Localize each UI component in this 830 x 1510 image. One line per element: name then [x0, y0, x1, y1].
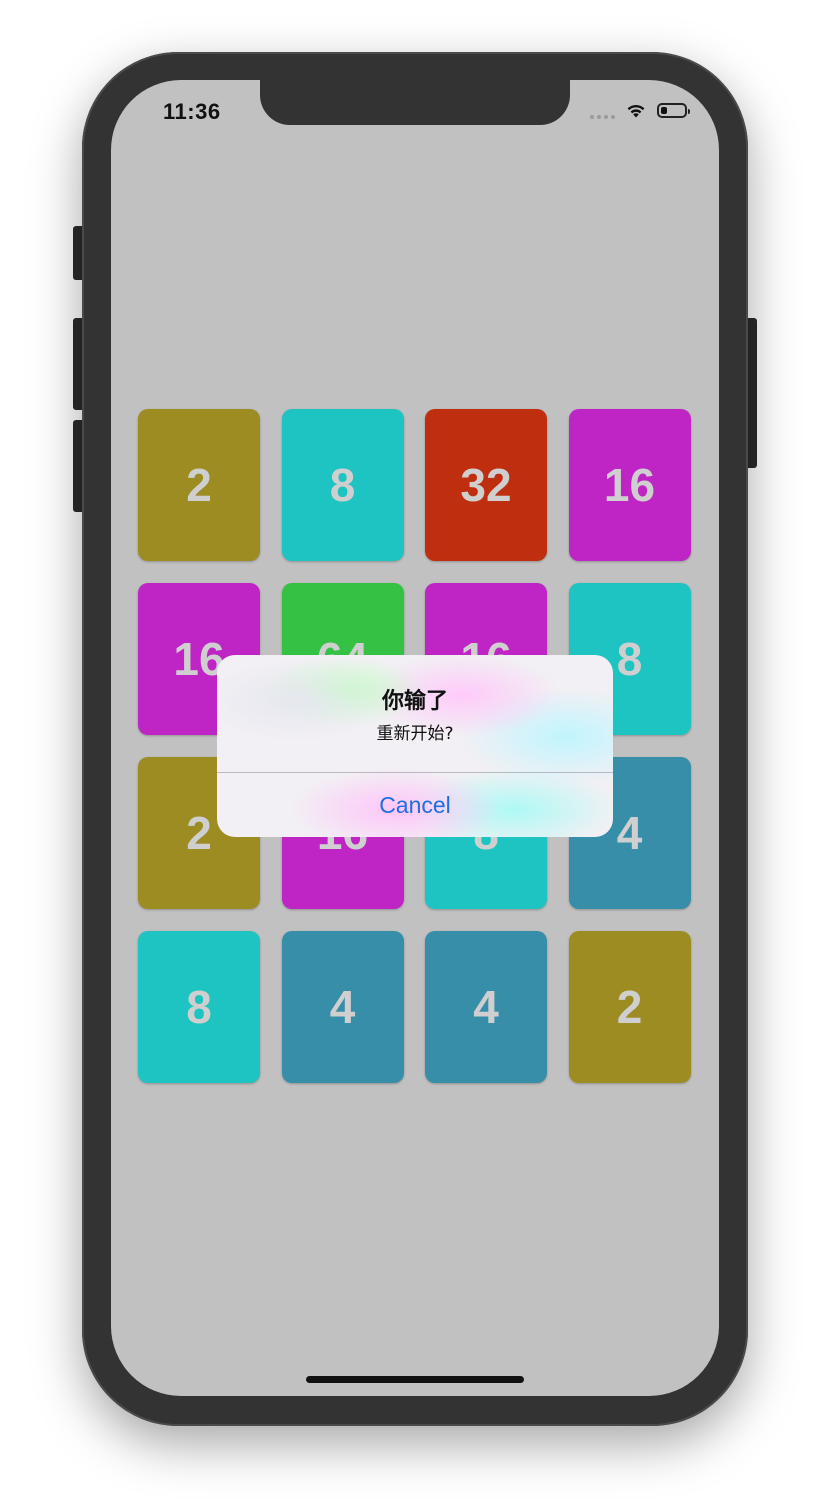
cancel-button[interactable]: Cancel: [217, 773, 613, 837]
tile: 16: [568, 409, 691, 561]
tile: 8: [281, 409, 404, 561]
home-indicator[interactable]: [306, 1376, 524, 1383]
tile: 32: [425, 409, 547, 561]
signal-dots-icon: [590, 103, 615, 119]
tile: 4: [425, 931, 547, 1083]
status-icons: [590, 102, 690, 119]
game-over-alert: 你输了 重新开始? Cancel: [217, 655, 613, 837]
phone-screen: 11:36 2832161664168216848442 你输了 重新开始? C…: [111, 80, 719, 1396]
battery-icon: [657, 103, 690, 118]
notch: [260, 80, 570, 125]
wifi-icon: [627, 104, 645, 118]
battery-cap: [688, 109, 690, 114]
tile: 8: [138, 931, 260, 1083]
battery-fill: [661, 107, 667, 114]
alert-title: 你输了: [381, 689, 448, 714]
tile: 2: [568, 931, 691, 1083]
status-time: 11:36: [163, 99, 221, 124]
alert-message: 重新开始?: [376, 724, 454, 744]
simulator-stage: 11:36 2832161664168216848442 你输了 重新开始? C…: [0, 0, 830, 1510]
tile: 2: [138, 409, 260, 561]
tile: 4: [281, 931, 404, 1083]
